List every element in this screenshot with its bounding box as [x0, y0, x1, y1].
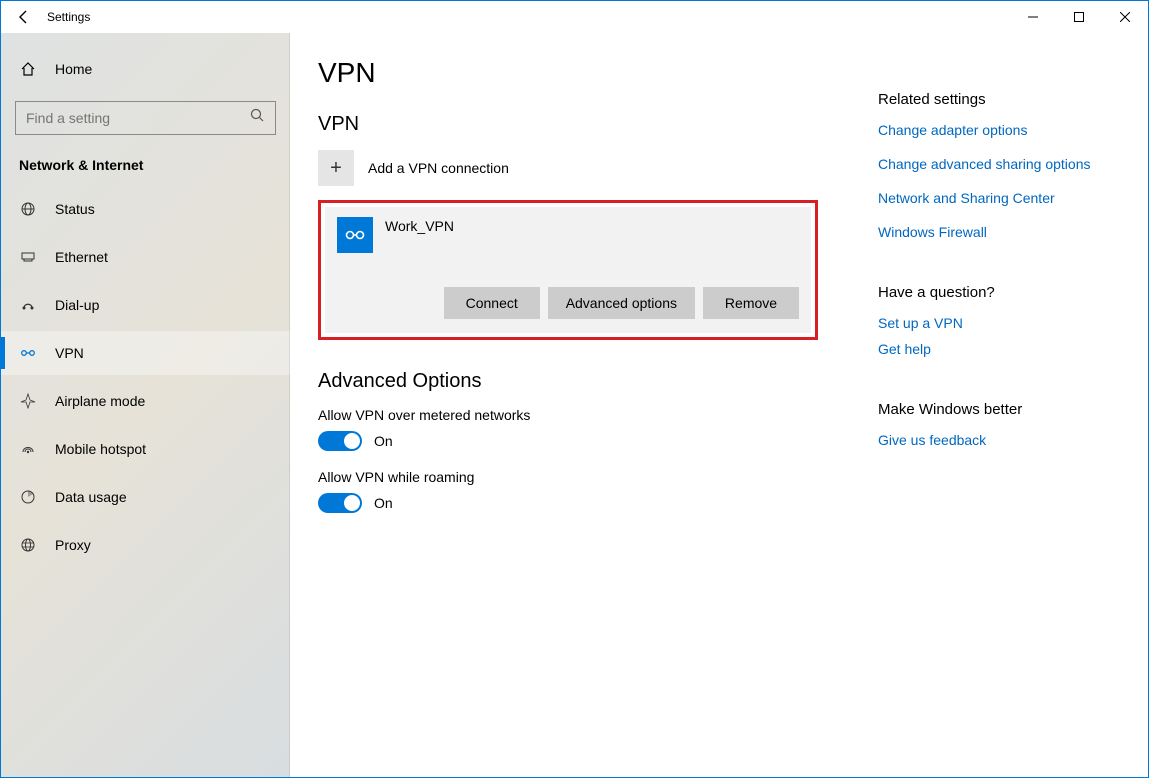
sidebar: Home Network & Internet Status Ethernet …: [1, 33, 290, 777]
sidebar-section-label: Network & Internet: [1, 151, 290, 187]
sidebar-item-label: Proxy: [55, 537, 91, 553]
search-input[interactable]: [26, 110, 250, 126]
advanced-options-button[interactable]: Advanced options: [548, 287, 695, 319]
home-icon: [19, 60, 37, 78]
dialup-icon: [19, 296, 37, 314]
sidebar-item-proxy[interactable]: Proxy: [1, 523, 290, 567]
maximize-button[interactable]: [1056, 1, 1102, 33]
sidebar-item-datausage[interactable]: Data usage: [1, 475, 290, 519]
remove-button[interactable]: Remove: [703, 287, 799, 319]
section-heading: VPN: [318, 113, 818, 136]
back-button[interactable]: [1, 1, 47, 33]
link-get-help[interactable]: Get help: [878, 341, 1148, 357]
sidebar-item-label: Mobile hotspot: [55, 441, 146, 457]
better-heading: Make Windows better: [878, 401, 1148, 418]
search-icon: [250, 108, 265, 128]
datausage-icon: [19, 488, 37, 506]
metered-toggle[interactable]: [318, 431, 362, 451]
add-vpn-label: Add a VPN connection: [368, 160, 509, 176]
right-rail: Related settings Change adapter options …: [878, 57, 1148, 777]
globe-icon: [19, 200, 37, 218]
vpn-connection-highlight: Work_VPN Connect Advanced options Remove: [318, 200, 818, 340]
plus-icon: +: [318, 150, 354, 186]
sidebar-item-dialup[interactable]: Dial-up: [1, 283, 290, 327]
sidebar-item-vpn[interactable]: VPN: [1, 331, 290, 375]
sidebar-item-ethernet[interactable]: Ethernet: [1, 235, 290, 279]
link-feedback[interactable]: Give us feedback: [878, 432, 1148, 448]
link-sharing-options[interactable]: Change advanced sharing options: [878, 156, 1148, 172]
close-button[interactable]: [1102, 1, 1148, 33]
link-windows-firewall[interactable]: Windows Firewall: [878, 224, 1148, 240]
sidebar-item-label: Data usage: [55, 489, 127, 505]
sidebar-home-label: Home: [55, 61, 92, 77]
minimize-button[interactable]: [1010, 1, 1056, 33]
sidebar-item-label: Status: [55, 201, 95, 217]
sidebar-item-airplane[interactable]: Airplane mode: [1, 379, 290, 423]
link-network-sharing-center[interactable]: Network and Sharing Center: [878, 190, 1148, 206]
roaming-toggle-label: Allow VPN while roaming: [318, 469, 818, 485]
search-input-wrapper[interactable]: [15, 101, 276, 135]
vpn-connection-icon: [337, 217, 373, 253]
page-title: VPN: [318, 57, 818, 89]
related-settings-heading: Related settings: [878, 91, 1148, 108]
connect-button[interactable]: Connect: [444, 287, 540, 319]
airplane-icon: [19, 392, 37, 410]
sidebar-item-label: Ethernet: [55, 249, 108, 265]
sidebar-item-hotspot[interactable]: Mobile hotspot: [1, 427, 290, 471]
vpn-connection-name: Work_VPN: [385, 217, 454, 234]
proxy-icon: [19, 536, 37, 554]
sidebar-item-label: Dial-up: [55, 297, 99, 313]
sidebar-home[interactable]: Home: [1, 47, 290, 91]
sidebar-item-label: VPN: [55, 345, 84, 361]
roaming-toggle-state: On: [374, 495, 393, 511]
vpn-icon: [19, 344, 37, 362]
sidebar-item-label: Airplane mode: [55, 393, 145, 409]
metered-toggle-label: Allow VPN over metered networks: [318, 407, 818, 423]
ethernet-icon: [19, 248, 37, 266]
link-adapter-options[interactable]: Change adapter options: [878, 122, 1148, 138]
metered-toggle-state: On: [374, 433, 393, 449]
advanced-heading: Advanced Options: [318, 370, 818, 393]
question-heading: Have a question?: [878, 284, 1148, 301]
vpn-connection-card[interactable]: Work_VPN Connect Advanced options Remove: [325, 207, 811, 333]
sidebar-item-status[interactable]: Status: [1, 187, 290, 231]
window-title: Settings: [47, 10, 90, 24]
link-set-up-vpn[interactable]: Set up a VPN: [878, 315, 1148, 331]
add-vpn-row[interactable]: + Add a VPN connection: [318, 150, 818, 186]
roaming-toggle[interactable]: [318, 493, 362, 513]
titlebar: Settings: [1, 1, 1148, 33]
hotspot-icon: [19, 440, 37, 458]
